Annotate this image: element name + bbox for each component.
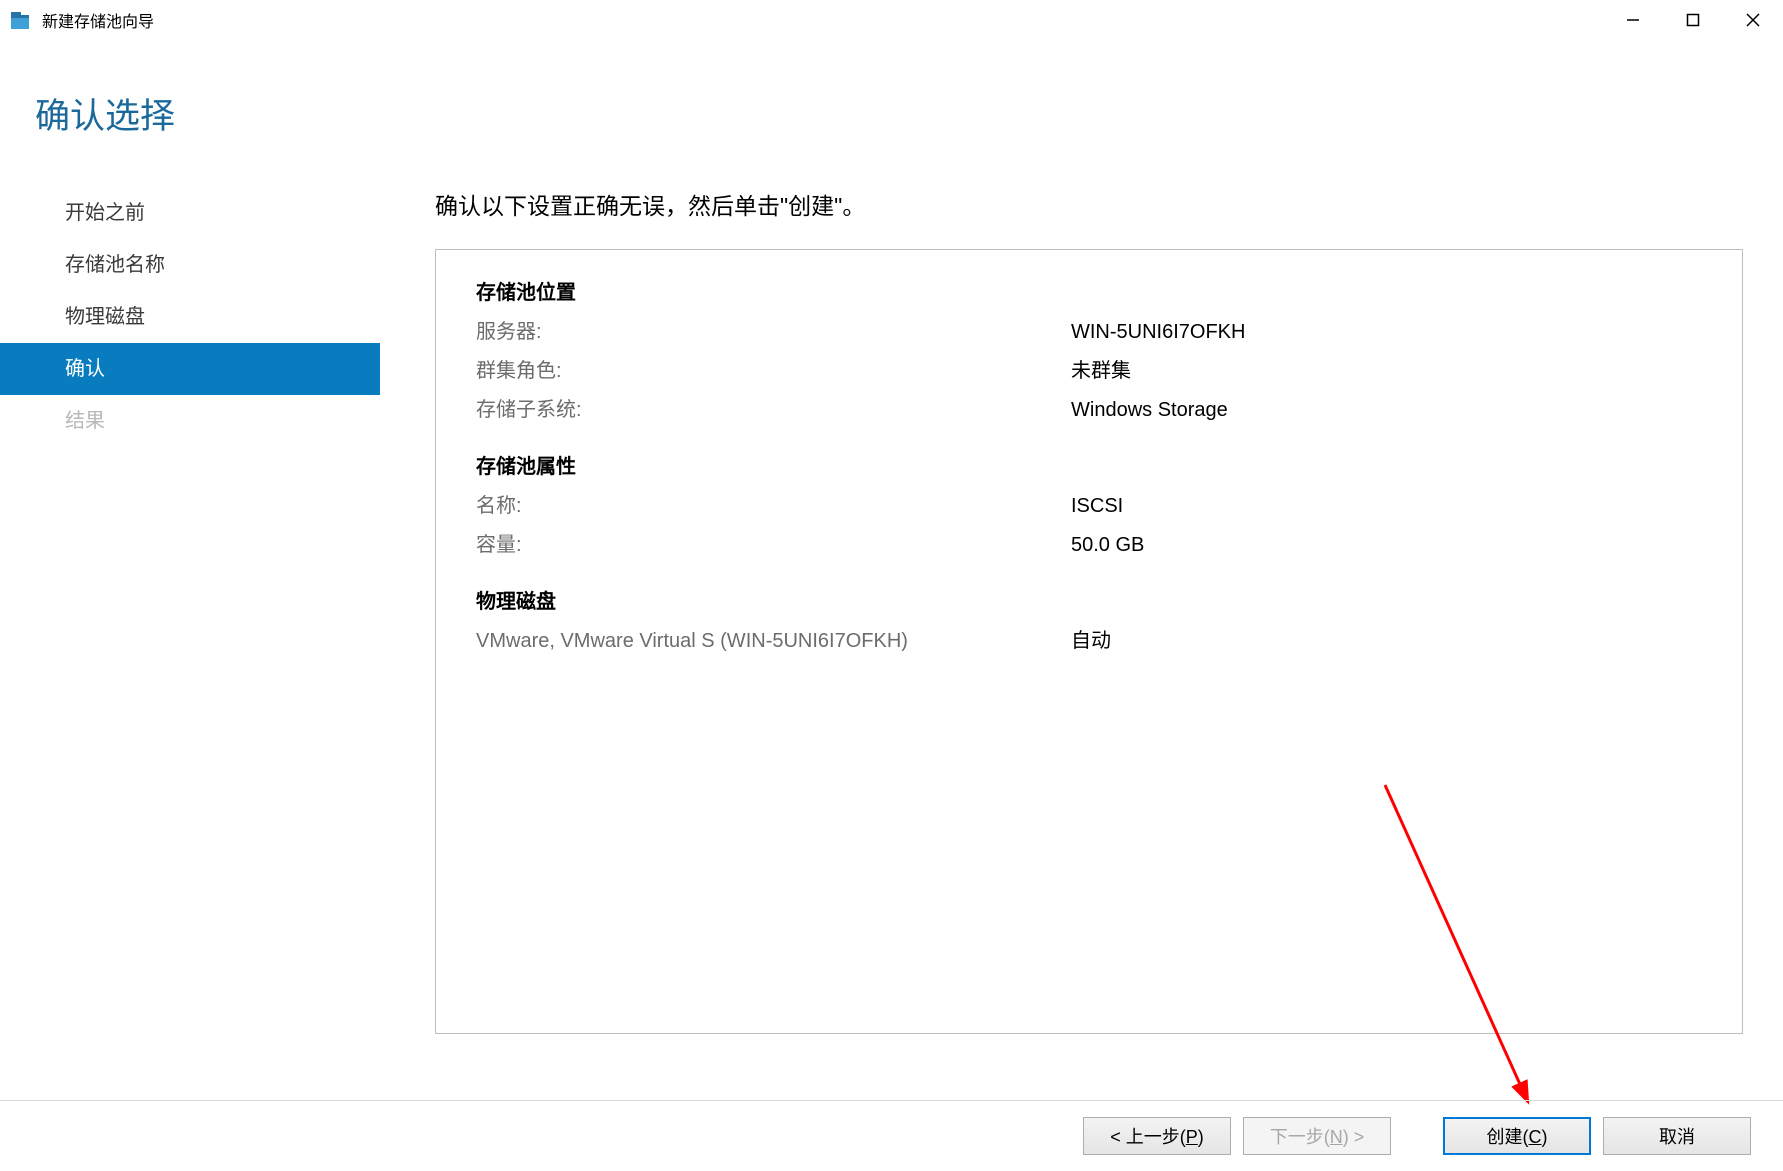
create-button[interactable]: 创建(C) (1443, 1117, 1591, 1155)
nav-step-pool-name[interactable]: 存储池名称 (0, 239, 380, 291)
label-capacity: 容量: (476, 526, 1071, 565)
wizard-footer: < 上一步(P) 下一步(N) > 创建(C) 取消 (0, 1100, 1783, 1171)
value-capacity: 50.0 GB (1071, 526, 1144, 565)
cancel-button[interactable]: 取消 (1603, 1117, 1751, 1155)
window-title: 新建存储池向导 (42, 8, 154, 32)
row-capacity: 容量: 50.0 GB (476, 526, 1702, 565)
nav-step-confirm[interactable]: 确认 (0, 343, 380, 395)
row-cluster-role: 群集角色: 未群集 (476, 352, 1702, 391)
row-storage-subsystem: 存储子系统: Windows Storage (476, 391, 1702, 430)
close-button[interactable] (1723, 0, 1783, 40)
label-storage-subsystem: 存储子系统: (476, 391, 1071, 430)
nav-step-physical-disks[interactable]: 物理磁盘 (0, 291, 380, 343)
row-name: 名称: ISCSI (476, 487, 1702, 526)
row-disk: VMware, VMware Virtual S (WIN-5UNI6I7OFK… (476, 622, 1702, 661)
value-cluster-role: 未群集 (1071, 352, 1131, 391)
summary-panel: 存储池位置 服务器: WIN-5UNI6I7OFKH 群集角色: 未群集 存储子… (435, 249, 1743, 1034)
nav-step-before-start[interactable]: 开始之前 (0, 187, 380, 239)
section-pool-location-title: 存储池位置 (476, 276, 1702, 305)
page-title: 确认选择 (0, 40, 1783, 139)
previous-button[interactable]: < 上一步(P) (1083, 1117, 1231, 1155)
maximize-button[interactable] (1663, 0, 1723, 40)
title-bar: 新建存储池向导 (0, 0, 1783, 40)
label-server: 服务器: (476, 313, 1071, 352)
label-cluster-role: 群集角色: (476, 352, 1071, 391)
app-icon (10, 9, 32, 31)
value-disk-allocation: 自动 (1071, 622, 1111, 661)
section-physical-disks-title: 物理磁盘 (476, 585, 1702, 614)
instruction-text: 确认以下设置正确无误，然后单击"创建"。 (435, 187, 1743, 221)
minimize-button[interactable] (1603, 0, 1663, 40)
next-button: 下一步(N) > (1243, 1117, 1391, 1155)
label-disk: VMware, VMware Virtual S (WIN-5UNI6I7OFK… (476, 622, 1071, 661)
wizard-steps-nav: 开始之前 存储池名称 物理磁盘 确认 结果 (0, 187, 380, 1034)
value-storage-subsystem: Windows Storage (1071, 391, 1228, 430)
label-name: 名称: (476, 487, 1071, 526)
value-server: WIN-5UNI6I7OFKH (1071, 313, 1245, 352)
value-name: ISCSI (1071, 487, 1123, 526)
section-pool-properties-title: 存储池属性 (476, 450, 1702, 479)
nav-step-results: 结果 (0, 395, 380, 447)
row-server: 服务器: WIN-5UNI6I7OFKH (476, 313, 1702, 352)
